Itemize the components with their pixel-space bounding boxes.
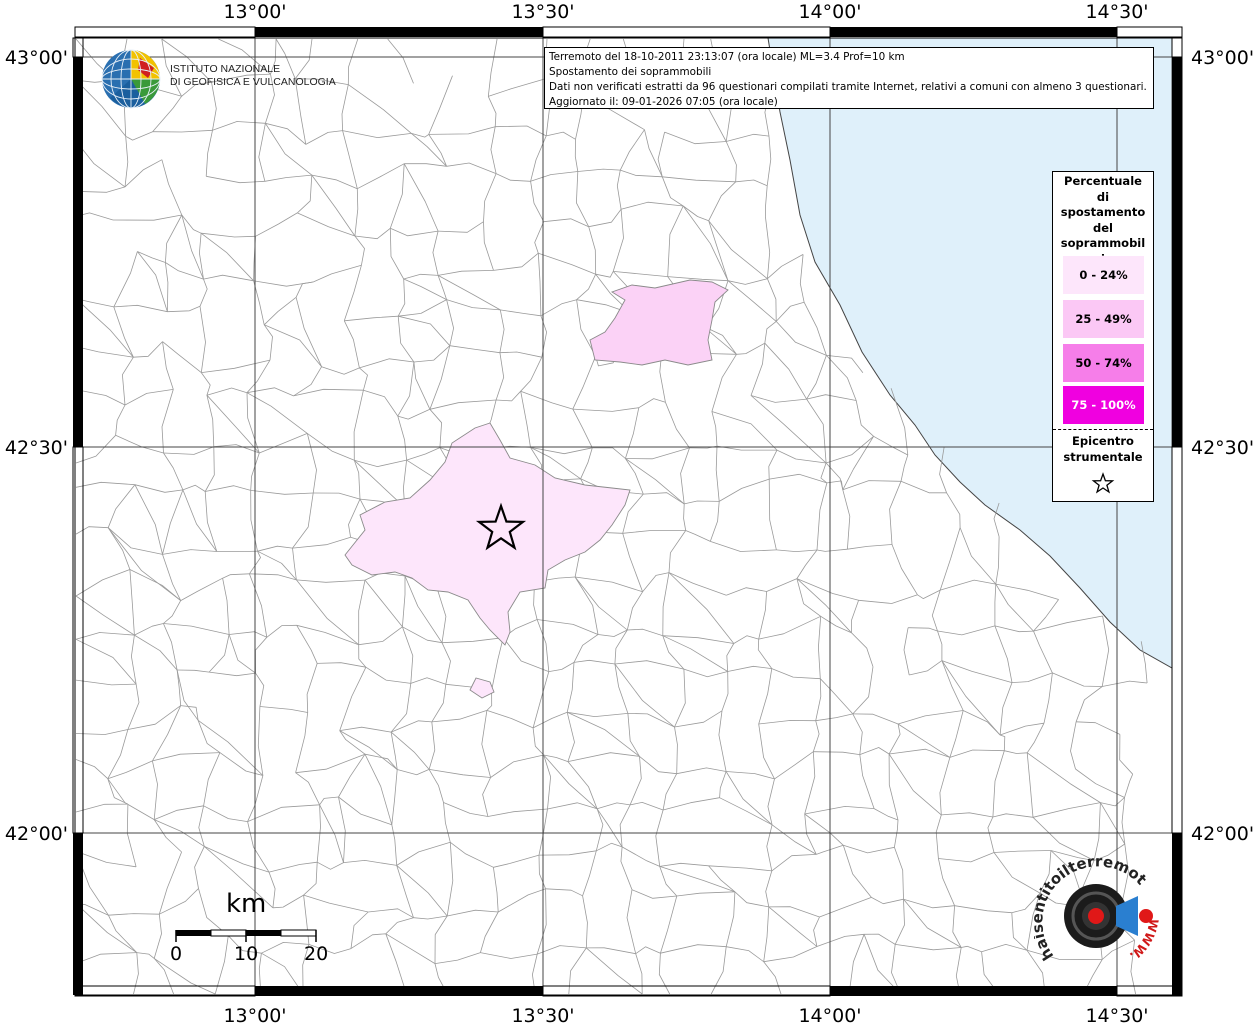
ingv-logo-line1: ISTITUTO NAZIONALE (170, 63, 281, 75)
legend-item-50-74: 50 - 74% (1063, 344, 1144, 382)
legend: Percentuale di spostamento del soprammob… (1052, 171, 1154, 502)
legend-title: Percentuale di spostamento del soprammob… (1053, 172, 1153, 267)
bottom-lon-label-4: 14°30' (1085, 1005, 1148, 1024)
bottom-lon-label-1: 13°00' (223, 1005, 286, 1024)
right-lat-label-2: 42°30' (1191, 437, 1254, 459)
legend-title-text: Percentuale di spostamento del soprammob… (1060, 174, 1146, 266)
top-lon-label-1: 13°00' (223, 1, 286, 23)
right-lat-label-3: 42°00' (1191, 823, 1254, 845)
haisentitoilterremoto-badge-icon: haisentitoilterremoto.it WWW. (1034, 848, 1161, 964)
right-lat-label-1: 43°00' (1191, 47, 1254, 69)
scale-tick-0: 0 (170, 943, 183, 965)
event-info-box: Terremoto del 18-10-2011 23:13:07 (ora l… (544, 47, 1154, 109)
legend-item-0-24: 0 - 24% (1063, 256, 1144, 294)
legend-separator (1053, 429, 1153, 430)
top-lon-label-2: 13°30' (511, 1, 574, 23)
legend-star-icon (1091, 472, 1115, 494)
scale-tick-10: 10 (234, 943, 259, 965)
scale-unit-label: km (226, 889, 267, 919)
bottom-lon-label-2: 13°30' (511, 1005, 574, 1024)
legend-item-75-100: 75 - 100% (1063, 386, 1144, 424)
legend-epicenter-label: Epicentro strumentale (1053, 434, 1153, 465)
bottom-lon-label-3: 14°00' (798, 1005, 861, 1024)
ingv-logo-line2: DI GEOFISICA E VULCANOLOGIA (170, 76, 336, 88)
event-subtitle: Spostamento dei soprammobili (549, 66, 712, 78)
legend-item-25-49: 25 - 49% (1063, 300, 1144, 338)
top-lon-label-3: 14°00' (798, 1, 861, 23)
event-title: Terremoto del 18-10-2011 23:13:07 (ora l… (549, 51, 905, 63)
ingv-globe-icon (101, 49, 161, 109)
legend-epicenter-text: Epicentro strumentale (1063, 434, 1143, 464)
left-lat-label-1: 43°00' (5, 47, 68, 69)
left-lat-label-3: 42°00' (5, 823, 68, 845)
event-data-note: Dati non verificati estratti da 96 quest… (549, 81, 1147, 93)
scale-tick-20: 20 (304, 943, 329, 965)
event-updated: Aggiornato il: 09-01-2026 07:05 (ora loc… (549, 96, 778, 108)
top-lon-label-4: 14°30' (1085, 1, 1148, 23)
ingv-logo-text: ISTITUTO NAZIONALE DI GEOFISICA E VULCAN… (170, 63, 336, 89)
left-lat-label-2: 42°30' (5, 437, 68, 459)
